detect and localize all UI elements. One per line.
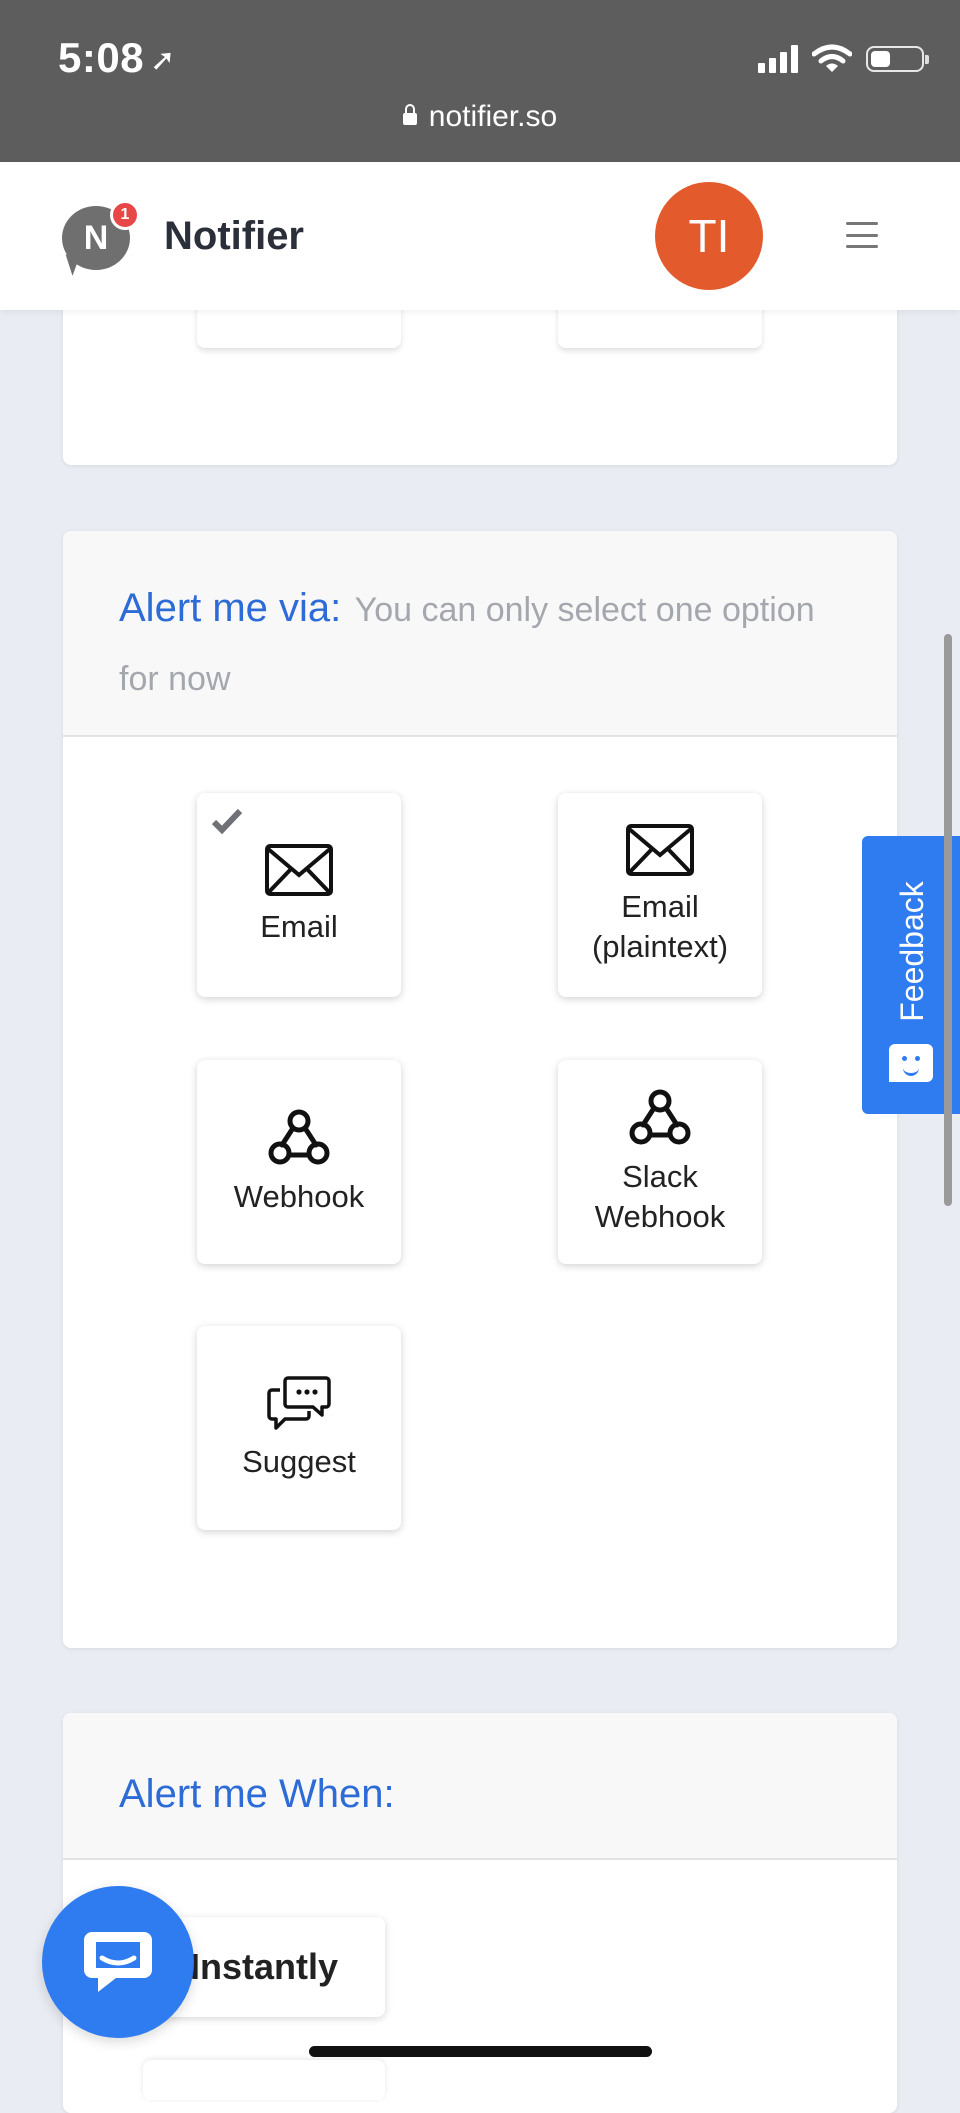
alert-via-title: Alert me via: bbox=[119, 586, 342, 630]
label-line: Slack bbox=[622, 1159, 698, 1194]
wifi-icon bbox=[812, 44, 852, 72]
alert-via-card: Alert me via: You can only select one op… bbox=[63, 531, 897, 1648]
notifier-logo[interactable]: N 1 bbox=[59, 200, 140, 276]
option-suggest[interactable]: Suggest bbox=[197, 1326, 401, 1530]
status-time: 5:08 ➚ bbox=[58, 34, 176, 82]
alert-when-title: Alert me When: bbox=[119, 1772, 395, 1816]
hamburger-menu-icon[interactable] bbox=[846, 222, 878, 248]
notification-count: 1 bbox=[120, 206, 130, 223]
label-line: (plaintext) bbox=[591, 929, 729, 964]
clock-text: 5:08 bbox=[58, 34, 145, 81]
battery-icon bbox=[866, 46, 929, 72]
option-email[interactable]: Email bbox=[197, 793, 401, 997]
option-webhook[interactable]: Webhook bbox=[197, 1060, 401, 1264]
status-bar: 5:08 ➚ notifier.so bbox=[0, 0, 960, 162]
status-icons bbox=[758, 42, 929, 76]
user-avatar[interactable]: TI bbox=[655, 182, 763, 290]
envelope-icon bbox=[265, 844, 333, 896]
option-label: Email bbox=[260, 907, 338, 947]
brand-name[interactable]: Notifier bbox=[164, 214, 304, 259]
logo-letter: N bbox=[83, 218, 109, 257]
home-indicator bbox=[309, 2046, 652, 2057]
label-line: Suggest bbox=[242, 1444, 356, 1479]
alert-via-header: Alert me via: You can only select one op… bbox=[63, 531, 897, 737]
alert-when-header: Alert me When: bbox=[63, 1713, 897, 1860]
option-label: Email (plaintext) bbox=[592, 887, 728, 967]
avatar-initials: TI bbox=[688, 210, 730, 262]
label-line: Email bbox=[621, 889, 699, 924]
chat-bubbles-icon bbox=[267, 1376, 331, 1430]
scrollbar[interactable] bbox=[944, 634, 952, 1206]
option-label: Slack Webhook bbox=[595, 1157, 725, 1237]
feedback-text: Feedback bbox=[893, 880, 930, 1022]
option-label: Webhook bbox=[234, 1177, 364, 1217]
next-option-tile[interactable] bbox=[143, 2060, 385, 2100]
url-text: notifier.so bbox=[428, 100, 558, 133]
option-email-plaintext[interactable]: Email (plaintext) bbox=[558, 793, 762, 997]
cellular-signal-icon bbox=[758, 45, 798, 73]
label-line: Email bbox=[260, 909, 338, 944]
app-header: N 1 Notifier TI bbox=[0, 162, 960, 310]
location-arrow-icon: ➚ bbox=[150, 44, 176, 77]
webhook-icon bbox=[629, 1089, 691, 1145]
feedback-label: Feedback bbox=[882, 866, 942, 1036]
notification-badge: 1 bbox=[110, 200, 140, 230]
option-slack-webhook[interactable]: Slack Webhook bbox=[558, 1060, 762, 1264]
address-bar[interactable]: notifier.so bbox=[0, 100, 960, 134]
smiley-icon bbox=[889, 1044, 933, 1082]
lock-icon bbox=[402, 104, 417, 125]
label-line: Webhook bbox=[594, 1199, 726, 1234]
checkmark-icon bbox=[211, 808, 243, 835]
envelope-icon bbox=[626, 824, 694, 876]
live-chat-button[interactable] bbox=[42, 1886, 194, 2038]
option-label: Instantly bbox=[189, 1946, 339, 1987]
label-line: Webhook bbox=[233, 1179, 365, 1214]
option-label: Suggest bbox=[242, 1442, 356, 1482]
chat-icon bbox=[84, 1932, 152, 1992]
webhook-icon bbox=[268, 1109, 330, 1165]
battery-level bbox=[871, 51, 890, 67]
